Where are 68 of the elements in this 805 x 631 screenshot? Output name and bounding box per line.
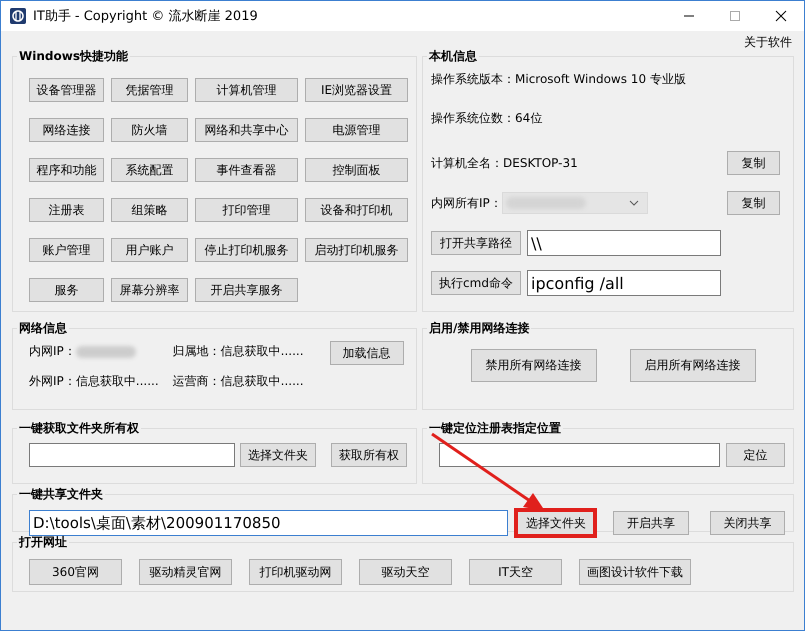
info-text: 操作系统版本：Microsoft Windows 10 专业版: [431, 71, 686, 88]
app-icon: [10, 8, 26, 24]
shortcut-button[interactable]: 控制面板: [305, 158, 408, 182]
info-text: 内网IP：: [29, 343, 76, 360]
window-title: IT助手 - Copyright © 流水断崖 2019: [33, 8, 258, 25]
field-label: 内网所有IP：: [431, 194, 502, 212]
info-text: 运营商：信息获取中......: [172, 373, 304, 390]
info-text: 归属地：信息获取中......: [172, 343, 304, 360]
shortcut-button[interactable]: 服务: [29, 278, 104, 302]
shortcut-button[interactable]: 凭据管理: [111, 78, 188, 102]
shortcut-button[interactable]: 事件查看器: [195, 158, 298, 182]
shortcut-button[interactable]: 计算机管理: [195, 78, 298, 102]
cmd-field[interactable]: ipconfig /all: [527, 270, 721, 296]
website-button[interactable]: IT天空: [469, 559, 562, 585]
shortcut-button[interactable]: 启动打印机服务: [305, 238, 408, 262]
group-title: 打开网址: [18, 534, 68, 551]
group-title: 一键获取文件夹所有权: [18, 420, 140, 437]
network-toggle-button[interactable]: 启用所有网络连接: [630, 349, 756, 382]
shortcut-button[interactable]: IE浏览器设置: [305, 78, 408, 102]
shortcut-button[interactable]: 组策略: [111, 198, 188, 222]
group-title: 一键定位注册表指定位置: [428, 420, 562, 437]
share-folder-field[interactable]: D:\tools\桌面\素材\200901170850: [29, 510, 508, 536]
group-title: 本机信息: [428, 48, 478, 65]
website-button[interactable]: 画图设计软件下载: [579, 559, 691, 585]
shortcut-button[interactable]: 停止打印机服务: [195, 238, 298, 262]
shortcut-button[interactable]: 用户账户: [111, 238, 188, 262]
shortcut-button[interactable]: 程序和功能: [29, 158, 104, 182]
about-menu-item[interactable]: 关于软件: [744, 34, 792, 48]
shortcut-button[interactable]: 打印管理: [195, 198, 298, 222]
shortcut-button[interactable]: 屏幕分辨率: [111, 278, 188, 302]
info-text: 操作系统位数：64位: [431, 110, 542, 126]
info-text: 计算机全名：DESKTOP-31: [431, 154, 578, 172]
share-path-field[interactable]: \\: [527, 230, 721, 256]
chevron-down-icon: [628, 200, 639, 206]
shortcut-button[interactable]: 设备管理器: [29, 78, 104, 102]
group-title: 网络信息: [18, 320, 68, 337]
load-info-button[interactable]: 加载信息: [330, 341, 404, 365]
website-button[interactable]: 驱动天空: [359, 559, 452, 585]
registry-path-field[interactable]: [439, 443, 720, 467]
shortcut-button[interactable]: 电源管理: [305, 118, 408, 142]
shortcut-button[interactable]: 设备和打印机: [305, 198, 408, 222]
website-button[interactable]: 驱动精灵官网: [139, 559, 232, 585]
share-folder-button[interactable]: 开启共享: [613, 511, 689, 535]
website-button[interactable]: 打印机驱动网: [249, 559, 342, 585]
shortcut-button[interactable]: 注册表: [29, 198, 104, 222]
website-button[interactable]: 360官网: [29, 559, 122, 585]
shortcut-button[interactable]: 账户管理: [29, 238, 104, 262]
run-cmd-button[interactable]: 执行cmd命令: [431, 271, 521, 295]
info-text: 外网IP：信息获取中......: [29, 373, 159, 390]
share-folder-button[interactable]: 选择文件夹: [515, 509, 596, 537]
shortcut-button[interactable]: 开启共享服务: [195, 278, 298, 302]
copy-button[interactable]: 复制: [727, 151, 780, 175]
locate-button[interactable]: 定位: [726, 443, 785, 467]
take-ownership-button[interactable]: 获取所有权: [331, 443, 407, 467]
group-title: Windows快捷功能: [18, 48, 129, 65]
select-folder-button[interactable]: 选择文件夹: [240, 443, 316, 467]
group-title: 一键共享文件夹: [18, 486, 104, 503]
shortcut-button[interactable]: 网络和共享中心: [195, 118, 298, 142]
group-title: 启用/禁用网络连接: [428, 320, 530, 337]
open-share-path-button[interactable]: 打开共享路径: [431, 231, 521, 255]
shortcut-button[interactable]: 防火墙: [111, 118, 188, 142]
shortcut-button[interactable]: 网络连接: [29, 118, 104, 142]
share-folder-button[interactable]: 关闭共享: [710, 511, 785, 535]
blurred-ip: [76, 346, 136, 358]
shortcut-button[interactable]: 系统配置: [111, 158, 188, 182]
folder-path-field[interactable]: [29, 443, 235, 467]
copy-button[interactable]: 复制: [727, 191, 780, 215]
network-toggle-button[interactable]: 禁用所有网络连接: [470, 349, 596, 382]
